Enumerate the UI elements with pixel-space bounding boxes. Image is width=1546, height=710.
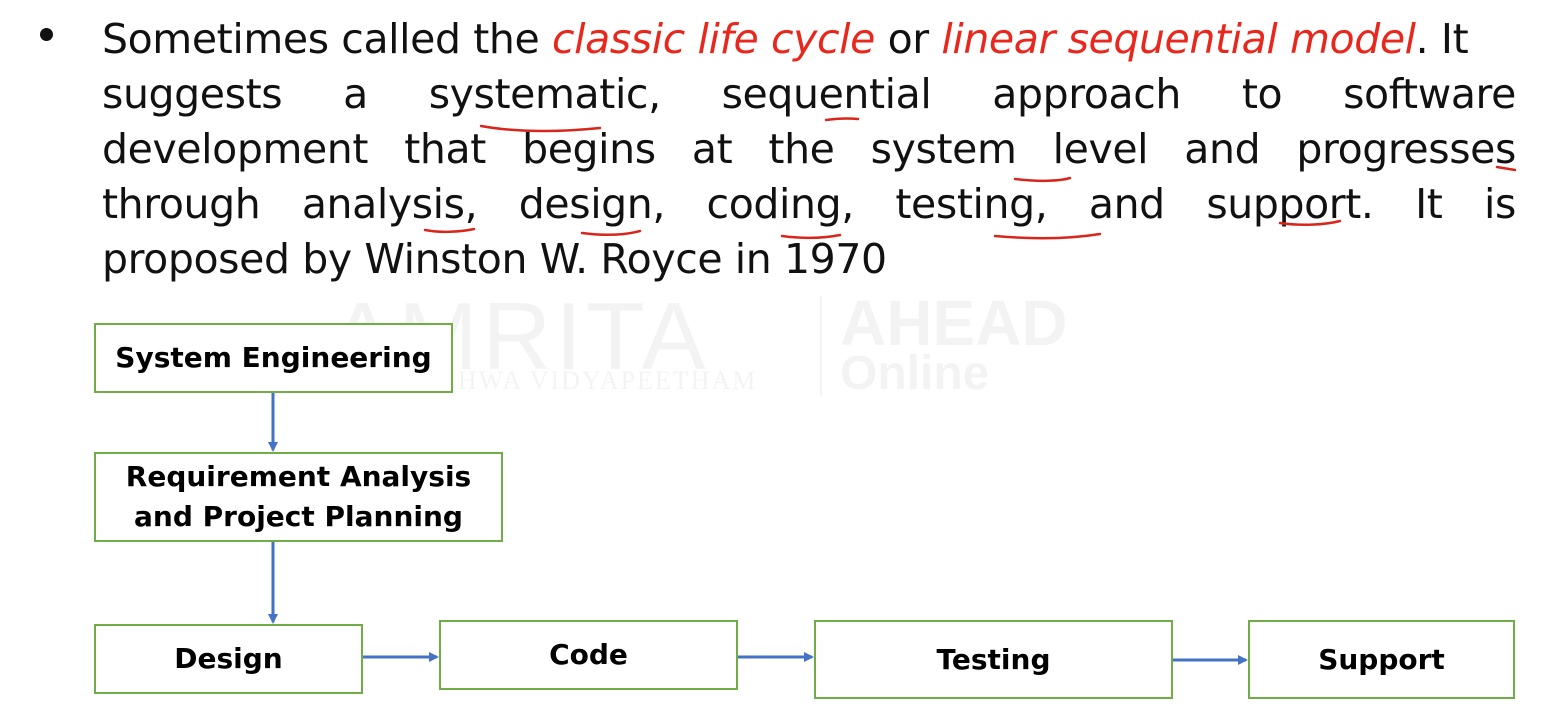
node-testing: Testing [814,620,1173,699]
annotation-underline [993,232,1102,240]
node-requirement-analysis: Requirement Analysis and Project Plannin… [94,452,503,542]
annotation-underline [580,229,642,236]
annotation-underline [1278,219,1342,226]
node-label: Support [1318,642,1445,676]
annotation-underline [824,117,860,122]
node-design: Design [94,624,363,694]
node-system-engineering: System Engineering [94,323,453,393]
node-label: Requirement Analysis and Project Plannin… [125,460,472,533]
node-support: Support [1248,620,1515,699]
slide: AMRITA VISHWA VIDYAPEETHAM AHEAD Online … [0,0,1546,710]
annotation-underline [780,233,842,240]
node-label: System Engineering [115,341,432,374]
annotation-underline [423,227,476,234]
node-code: Code [439,620,738,690]
annotation-underline [1495,165,1517,172]
annotation-underline [1013,176,1072,183]
node-label: Code [549,638,628,671]
annotation-underline [479,124,602,133]
node-label: Design [174,642,283,675]
node-label: Testing [936,642,1051,676]
